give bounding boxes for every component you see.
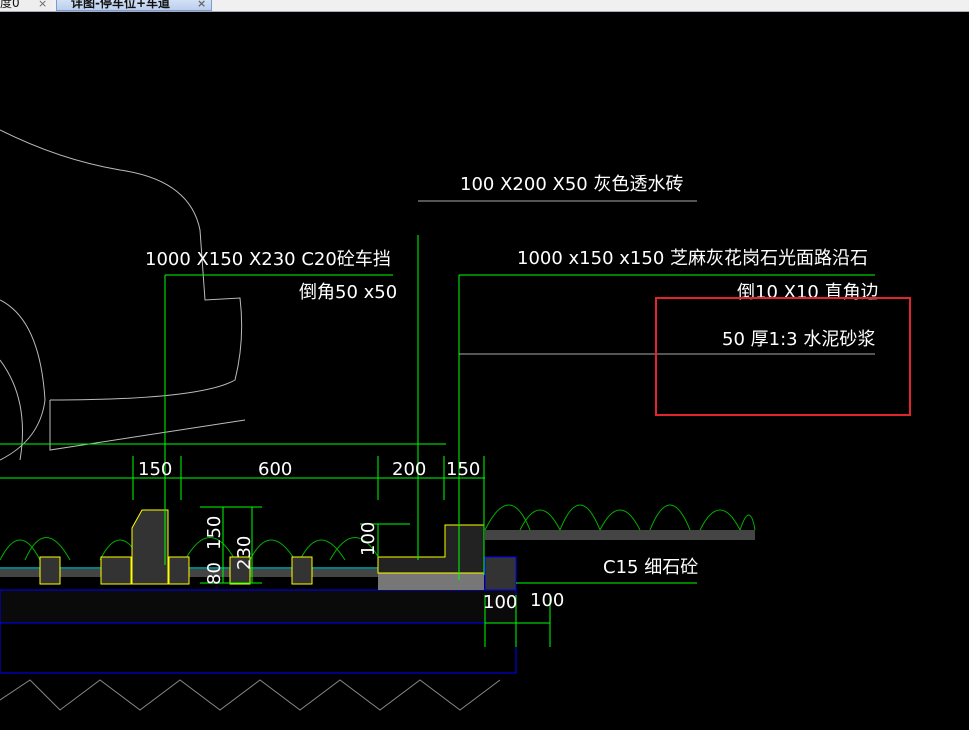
dim-600: 600 xyxy=(258,459,292,480)
selection-highlight-box xyxy=(655,297,911,416)
dim-150b: 150 xyxy=(446,459,480,480)
label-concrete: C15 细石砼 xyxy=(603,557,698,578)
label-mortar: 50 厚1:3 水泥砂浆 xyxy=(722,329,875,350)
dim-200: 200 xyxy=(392,459,426,480)
curb-stone xyxy=(377,524,485,574)
dim-v150: 150 xyxy=(204,516,225,550)
label-curb-edge: 倒10 X10 直角边 xyxy=(737,282,879,303)
dim-v230: 230 xyxy=(234,536,255,570)
dim-h100a: 100 xyxy=(483,592,517,613)
cad-drawing-canvas[interactable]: 100 X200 X50 灰色透水砖 1000 X150 X230 C20砼车挡… xyxy=(0,0,969,730)
dim-h100b: 100 xyxy=(530,590,564,611)
label-paver: 100 X200 X50 灰色透水砖 xyxy=(460,174,683,195)
dim-v100: 100 xyxy=(358,522,379,556)
car-outline xyxy=(0,129,246,461)
label-curb: 1000 x150 x150 芝麻灰花岗石光面路沿石 xyxy=(517,248,868,269)
label-wheel-stop-chamfer: 倒角50 x50 xyxy=(299,282,397,303)
dim-150a: 150 xyxy=(138,459,172,480)
base-layers xyxy=(0,556,517,711)
label-wheel-stop: 1000 X150 X230 C20砼车挡 xyxy=(145,249,391,270)
dim-v80: 80 xyxy=(204,562,225,585)
